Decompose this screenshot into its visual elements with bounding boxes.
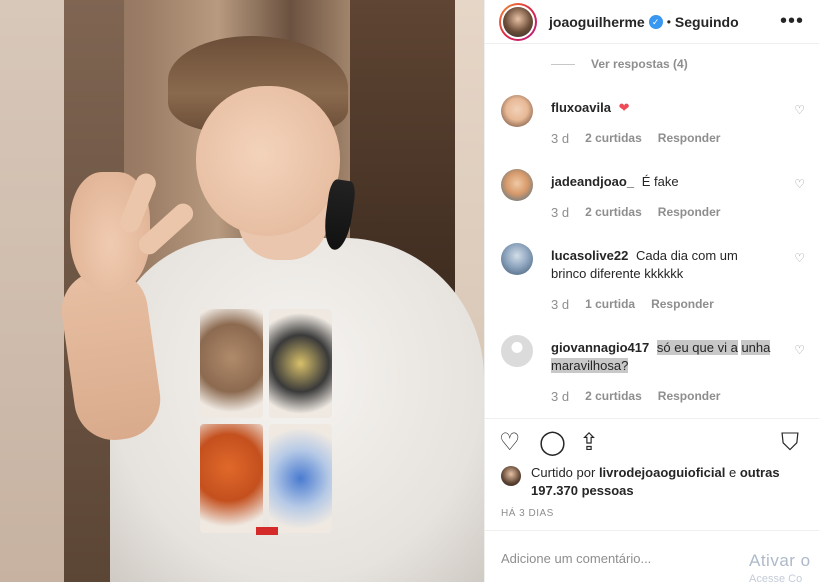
- windows-activation-watermark: Ativar o: [749, 551, 811, 570]
- post-timestamp[interactable]: HÁ 3 DIAS: [501, 508, 554, 519]
- comment-body: É fake: [641, 174, 679, 189]
- likes-text: Curtido por livrodejoaoguioficial e outr…: [531, 464, 811, 500]
- reply-button[interactable]: Responder: [651, 297, 714, 312]
- comment-meta: 3 d 2 curtidas Responder: [551, 389, 720, 404]
- shirt-logo: [256, 527, 278, 535]
- likes-summary: Curtido por livrodejoaoguioficial e outr…: [501, 464, 811, 500]
- comment-time[interactable]: 3 d: [551, 389, 569, 404]
- comment-meta: 3 d 2 curtidas Responder: [551, 205, 720, 220]
- comment-username[interactable]: giovannagio417: [551, 340, 649, 355]
- reply-button[interactable]: Responder: [658, 205, 721, 220]
- comment-avatar[interactable]: [501, 243, 533, 275]
- photo-background-wall: [0, 0, 64, 582]
- default-avatar-icon[interactable]: [501, 335, 533, 367]
- comment-meta: 3 d 2 curtidas Responder: [551, 131, 720, 146]
- comment-avatar[interactable]: [501, 95, 533, 127]
- more-options-icon[interactable]: •••: [780, 10, 804, 33]
- comment-input[interactable]: Adicione um comentário...: [501, 551, 651, 566]
- comment-username[interactable]: fluxoavila: [551, 100, 611, 115]
- profile-avatar[interactable]: [499, 2, 537, 41]
- comment-time[interactable]: 3 d: [551, 297, 569, 312]
- photo-face: [196, 86, 340, 236]
- likes-mid: e: [728, 465, 737, 480]
- verified-badge-icon: ✓: [648, 14, 663, 29]
- liker-avatar[interactable]: [501, 466, 521, 486]
- comment-text: giovannagio417 só eu que vi a unha marav…: [551, 339, 771, 375]
- comment-text: jadeandjoao_ É fake: [551, 173, 771, 191]
- post-actions-bar: ♡ ◯ ⇪ ⛉: [485, 418, 819, 468]
- comment-username[interactable]: lucasolive22: [551, 248, 628, 263]
- shirt-print: [196, 305, 336, 537]
- comment-avatar[interactable]: [501, 169, 533, 201]
- avatar-image: [503, 6, 533, 37]
- red-heart-icon: ❤: [618, 100, 630, 115]
- comment-text: lucasolive22 Cada dia com um brinco dife…: [551, 247, 771, 283]
- comment-bubble-icon[interactable]: ◯: [539, 431, 566, 455]
- comment-username[interactable]: jadeandjoao_: [551, 174, 634, 189]
- view-replies-link[interactable]: Ver respostas (4): [551, 57, 688, 71]
- liker-username[interactable]: livrodejoaoguioficial: [599, 465, 725, 480]
- comment-like-icon[interactable]: ♡: [794, 251, 805, 265]
- print-tile: [269, 424, 332, 533]
- comment-body-selected: só eu que vi a: [656, 340, 738, 355]
- add-comment-bar: Adicione um comentário... Ativar o Acess…: [485, 530, 819, 582]
- post-photo[interactable]: [0, 0, 484, 582]
- print-tile: [200, 309, 263, 418]
- reply-button[interactable]: Responder: [658, 389, 721, 404]
- comment-like-icon[interactable]: ♡: [794, 177, 805, 191]
- follow-status-button[interactable]: Seguindo: [675, 14, 739, 30]
- header-separator: •: [666, 14, 671, 29]
- post-side-panel: joaoguilherme ✓ • Seguindo ••• Ver respo…: [484, 0, 819, 582]
- profile-username[interactable]: joaoguilherme: [549, 14, 645, 30]
- likes-prefix: Curtido por: [531, 465, 596, 480]
- windows-activation-watermark-sub: Acesse Co: [749, 573, 803, 582]
- comment-likes[interactable]: 2 curtidas: [585, 205, 642, 220]
- replies-divider: [551, 63, 575, 65]
- comment-time[interactable]: 3 d: [551, 131, 569, 146]
- comment-time[interactable]: 3 d: [551, 205, 569, 220]
- comment-like-icon[interactable]: ♡: [794, 343, 805, 357]
- reply-button[interactable]: Responder: [658, 131, 721, 146]
- like-heart-icon[interactable]: ♡: [499, 431, 521, 455]
- comment-like-icon[interactable]: ♡: [794, 103, 805, 117]
- view-replies-label: Ver respostas (4): [591, 57, 688, 71]
- print-tile: [269, 309, 332, 418]
- share-icon[interactable]: ⇪: [579, 431, 599, 455]
- comments-list[interactable]: Ver respostas (4) fluxoavila ❤ 3 d 2 cur…: [485, 45, 819, 415]
- comment-likes[interactable]: 1 curtida: [585, 297, 635, 312]
- comment-likes[interactable]: 2 curtidas: [585, 131, 642, 146]
- print-tile: [200, 424, 263, 533]
- comment-text: fluxoavila ❤: [551, 99, 771, 117]
- comment-meta: 3 d 1 curtida Responder: [551, 297, 714, 312]
- avatar-frame: [501, 4, 535, 39]
- comment-likes[interactable]: 2 curtidas: [585, 389, 642, 404]
- save-bookmark-icon[interactable]: ⛉: [781, 431, 799, 455]
- post-header: joaoguilherme ✓ • Seguindo •••: [485, 0, 819, 44]
